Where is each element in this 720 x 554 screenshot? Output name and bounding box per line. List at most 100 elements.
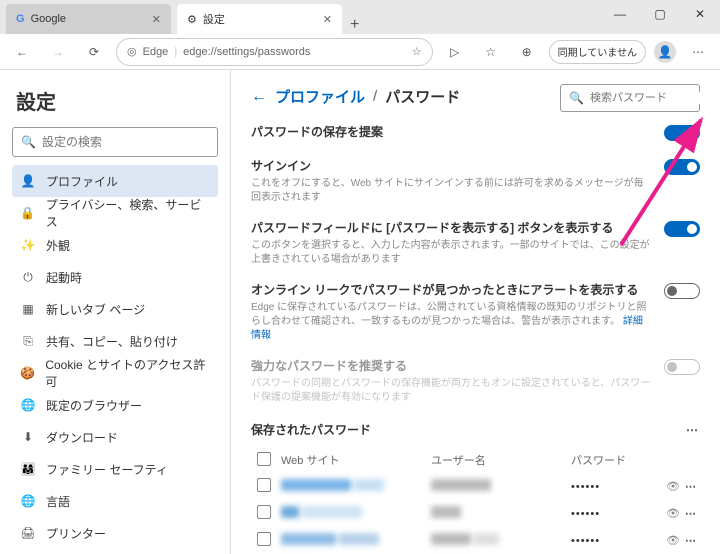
back-arrow-icon[interactable]: ← <box>251 88 267 106</box>
setting-desc: これをオフにすると、Web サイトにサインインする前には許可を求めるメッセージが… <box>251 177 652 205</box>
menu-icon[interactable]: ⋯ <box>684 38 712 66</box>
sidebar-item-5[interactable]: ⎘ 共有、コピー、貼り付け <box>12 325 218 357</box>
read-aloud-icon[interactable]: ▷ <box>441 38 469 66</box>
favorite-icon[interactable]: ☆ <box>412 45 422 58</box>
password-row[interactable]: ••••••👁⋯ <box>251 527 700 554</box>
more-icon[interactable]: ⋯ <box>686 423 700 437</box>
sidebar-item-icon: 👨‍👩‍👧 <box>20 462 36 476</box>
setting-desc: Edge に保存されているパスワードは、公開されている資格情報の既知のリポジトリ… <box>251 301 652 343</box>
collections-icon[interactable]: ⊕ <box>513 38 541 66</box>
sidebar-item-4[interactable]: ▦ 新しいタブ ページ <box>12 293 218 325</box>
breadcrumb-current: パスワード <box>385 86 460 107</box>
tab-label: Google <box>31 13 66 25</box>
more-icon[interactable]: ⋯ <box>685 534 698 547</box>
more-icon[interactable]: ⋯ <box>685 480 698 493</box>
main-content: 🔍 ← プロファイル / パスワード パスワードの保存を提案サインインこれをオフ… <box>231 70 720 554</box>
maximize-button[interactable]: ▢ <box>640 0 680 28</box>
sidebar-item-1[interactable]: 🔒 プライバシー、検索、サービス <box>12 197 218 229</box>
sidebar-item-icon: ▦ <box>20 302 36 316</box>
row-checkbox[interactable] <box>257 478 271 492</box>
password-masked: •••••• <box>571 481 661 493</box>
sidebar-item-label: 外観 <box>46 237 70 254</box>
link-more-info[interactable]: 詳細情報 <box>251 316 643 341</box>
new-tab-button[interactable]: + <box>342 16 367 34</box>
sidebar-item-icon: 🔒 <box>20 206 36 220</box>
site-blurred <box>281 479 384 494</box>
password-search[interactable]: 🔍 <box>560 84 700 112</box>
tab-settings[interactable]: ⚙ 設定 ✕ <box>177 4 342 34</box>
sidebar-item-9[interactable]: 👨‍👩‍👧 ファミリー セーフティ <box>12 453 218 485</box>
row-checkbox[interactable] <box>257 532 271 546</box>
sidebar-search[interactable]: 🔍 <box>12 127 218 157</box>
profile-avatar[interactable]: 👤 <box>654 41 676 63</box>
sidebar-item-icon: 🖨 <box>20 526 36 540</box>
sidebar-item-icon: ⏻ <box>20 270 36 285</box>
password-masked: •••••• <box>571 535 661 547</box>
sidebar-item-label: 共有、コピー、貼り付け <box>46 333 178 350</box>
site-blurred <box>281 533 379 548</box>
sidebar-item-label: 既定のブラウザー <box>46 397 142 414</box>
toggle-2[interactable] <box>664 221 700 237</box>
sidebar-item-label: ファミリー セーフティ <box>46 461 168 478</box>
close-icon[interactable]: ✕ <box>323 13 332 26</box>
sidebar-item-8[interactable]: ⬇ダウンロード <box>12 421 218 453</box>
sidebar-item-10[interactable]: 🌐言語 <box>12 485 218 517</box>
toggle-3[interactable] <box>664 283 700 299</box>
address-bar[interactable]: ◎ Edge | edge://settings/passwords ☆ <box>116 38 433 66</box>
sidebar-item-label: 新しいタブ ページ <box>46 301 145 318</box>
password-row[interactable]: ••••••👁⋯ <box>251 500 700 527</box>
sidebar-item-icon: ⎘ <box>20 334 36 349</box>
gear-icon: ⚙ <box>187 13 197 26</box>
sidebar-item-label: プリンター <box>46 525 106 542</box>
sidebar-item-label: 言語 <box>46 493 70 510</box>
sidebar-item-label: 起動時 <box>46 269 82 286</box>
sidebar-item-label: プライバシー、検索、サービス <box>46 196 210 230</box>
reload-button[interactable]: ⟳ <box>80 38 108 66</box>
sidebar-item-11[interactable]: 🖨 プリンター <box>12 517 218 549</box>
sidebar-item-icon: 🍪 <box>20 366 35 380</box>
sidebar-item-icon: ✨ <box>20 238 36 252</box>
back-button[interactable]: ← <box>8 38 36 66</box>
search-icon: 🔍 <box>569 91 584 105</box>
eye-icon[interactable]: 👁 <box>661 480 685 493</box>
sidebar-item-12[interactable]: 💻システム <box>12 549 218 554</box>
search-input[interactable] <box>42 135 209 149</box>
password-search-input[interactable] <box>590 92 720 104</box>
toggle-0[interactable] <box>664 125 700 141</box>
password-masked: •••••• <box>571 508 661 520</box>
setting-title: 強力なパスワードを推奨する <box>251 357 652 374</box>
select-all-checkbox[interactable] <box>257 452 271 466</box>
sidebar-item-3[interactable]: ⏻ 起動時 <box>12 261 218 293</box>
row-checkbox[interactable] <box>257 505 271 519</box>
user-blurred <box>431 533 499 548</box>
sidebar-title: 設定 <box>12 86 218 115</box>
setting-title: サインイン <box>251 157 652 174</box>
sidebar-item-7[interactable]: 🌐 既定のブラウザー <box>12 389 218 421</box>
saved-passwords-title: 保存されたパスワード <box>251 421 686 438</box>
edge-label: Edge <box>143 46 169 58</box>
tab-google[interactable]: G Google ✕ <box>6 4 171 34</box>
sidebar-item-6[interactable]: 🍪Cookie とサイトのアクセス許可 <box>12 357 218 389</box>
password-row[interactable]: ••••••👁⋯ <box>251 473 700 500</box>
toolbar: ← → ⟳ ◎ Edge | edge://settings/passwords… <box>0 34 720 70</box>
sidebar-item-icon: 🌐 <box>20 398 36 412</box>
forward-button: → <box>44 38 72 66</box>
more-icon[interactable]: ⋯ <box>685 507 698 520</box>
minimize-button[interactable]: — <box>600 0 640 28</box>
breadcrumb-parent[interactable]: プロファイル <box>275 86 365 107</box>
close-window-button[interactable]: ✕ <box>680 0 720 28</box>
title-bar: G Google ✕ ⚙ 設定 ✕ + — ▢ ✕ <box>0 0 720 34</box>
setting-desc: パスワードの同期とパスワードの保存機能が両方ともオンに設定されていると、パスワー… <box>251 377 652 405</box>
favorites-icon[interactable]: ☆ <box>477 38 505 66</box>
edge-icon: ◎ <box>127 45 137 58</box>
sidebar-item-2[interactable]: ✨ 外観 <box>12 229 218 261</box>
toggle-1[interactable] <box>664 159 700 175</box>
sync-button[interactable]: 同期していません <box>549 40 646 64</box>
eye-icon[interactable]: 👁 <box>661 507 685 520</box>
col-site: Web サイト <box>281 452 431 469</box>
toggle-4 <box>664 359 700 375</box>
eye-icon[interactable]: 👁 <box>661 534 685 547</box>
sidebar-item-0[interactable]: 👤プロファイル <box>12 165 218 197</box>
close-icon[interactable]: ✕ <box>152 13 161 26</box>
setting-desc: このボタンを選択すると、入力した内容が表示されます。一部のサイトでは、この設定が… <box>251 239 652 267</box>
